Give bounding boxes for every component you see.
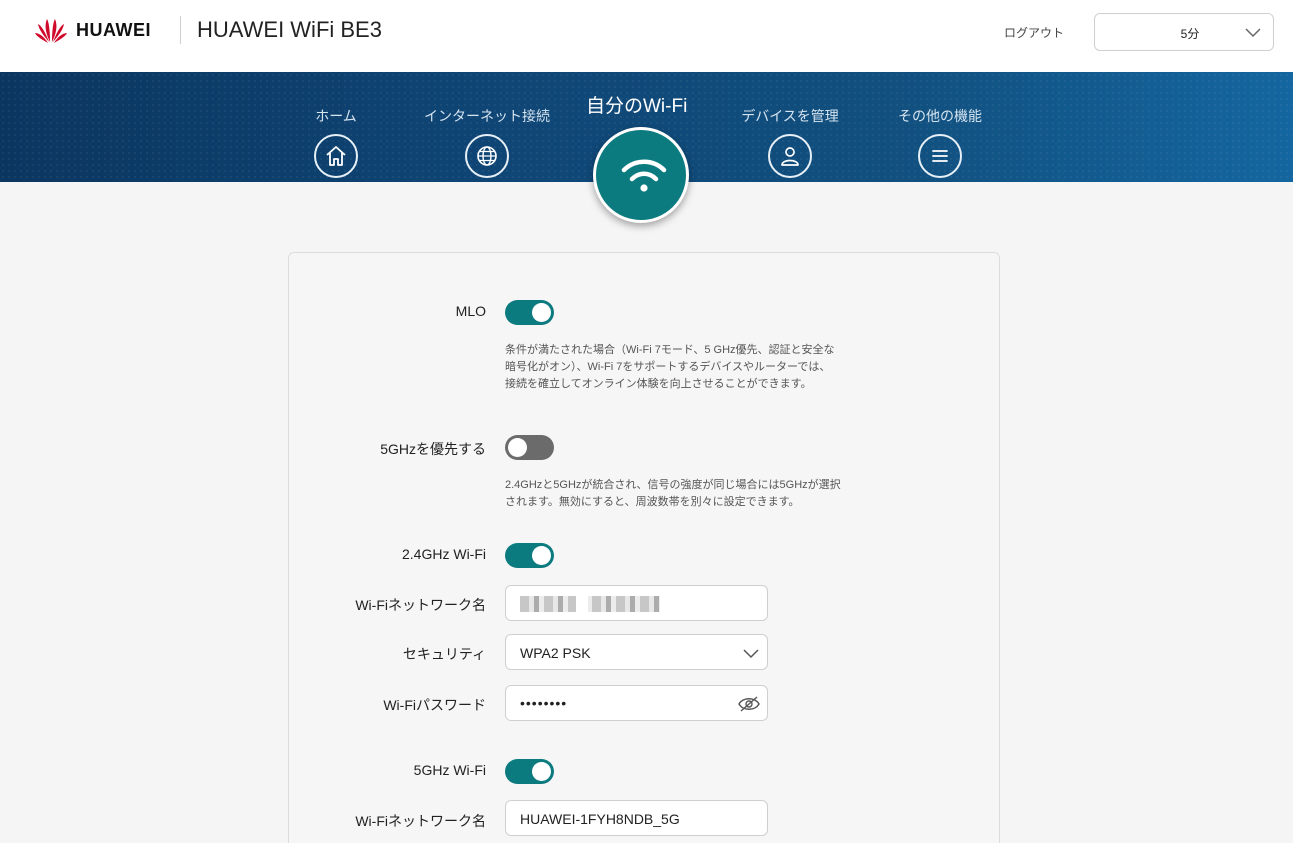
nav-home[interactable]: ホーム <box>314 106 358 178</box>
wifi-24-password-input[interactable]: •••••••• <box>505 685 768 721</box>
product-name: HUAWEI WiFi BE3 <box>197 17 382 42</box>
prefer-5g-label: 5GHzを優先する <box>380 441 486 457</box>
mlo-description-line: 暗号化がオン）、Wi-Fi 7をサポートするデバイスやルーターでは、 <box>505 361 831 373</box>
prefer-5g-toggle[interactable] <box>505 435 554 460</box>
nav-internet[interactable]: インターネット接続 <box>424 106 550 178</box>
home-icon <box>314 134 358 178</box>
wifi-24-security-select[interactable]: WPA2 PSK <box>505 634 768 670</box>
wifi-24-label: 2.4GHz Wi-Fi <box>402 546 486 562</box>
nav-home-label: ホーム <box>315 108 357 124</box>
redacted-ssid <box>520 596 660 612</box>
mlo-description-line: 条件が満たされた場合（Wi-Fi 7モード、5 GHz優先、認証と安全な <box>505 344 835 356</box>
nav-devices[interactable]: デバイスを管理 <box>741 106 839 178</box>
eye-off-icon[interactable] <box>737 695 761 713</box>
wifi-24-ssid-label: Wi-Fiネットワーク名 <box>355 597 486 613</box>
wifi-24-toggle[interactable] <box>505 543 554 568</box>
wifi-24-security-label: セキュリティ <box>402 646 486 662</box>
huawei-flower-icon <box>35 19 67 43</box>
header-divider <box>180 16 181 44</box>
nav-devices-label: デバイスを管理 <box>741 108 839 124</box>
toggle-knob <box>532 546 551 565</box>
user-icon <box>768 134 812 178</box>
nav-wifi-label: 自分のWi-Fi <box>586 96 688 117</box>
timeout-select[interactable]: 5分 <box>1094 13 1274 51</box>
nav-more[interactable]: その他の機能 <box>898 106 982 178</box>
prefer-5g-description: 2.4GHzと5GHzが統合され、信号の強度が同じ場合には5GHzが選択 されま… <box>505 477 885 511</box>
security-value: WPA2 PSK <box>520 645 591 661</box>
mlo-label: MLO <box>455 303 486 319</box>
chevron-down-icon <box>1245 28 1261 38</box>
toggle-knob <box>532 762 551 781</box>
prefer-5g-description-line: 2.4GHzと5GHzが統合され、信号の強度が同じ場合には5GHzが選択 <box>505 479 841 491</box>
huawei-logo[interactable]: HUAWEI <box>34 16 151 44</box>
chevron-down-icon <box>743 649 759 659</box>
toggle-knob <box>532 303 551 322</box>
wifi-24-password-label: Wi-Fiパスワード <box>383 697 486 713</box>
mlo-description: 条件が満たされた場合（Wi-Fi 7モード、5 GHz優先、認証と安全な 暗号化… <box>505 342 885 393</box>
prefer-5g-description-line: されます。無効にすると、周波数帯を別々に設定できます。 <box>505 496 800 508</box>
nav-wifi[interactable] <box>593 127 689 223</box>
wifi-24-ssid-input[interactable] <box>505 585 768 621</box>
wifi-5-ssid-value: HUAWEI-1FYH8NDB_5G <box>520 811 680 827</box>
nav-more-label: その他の機能 <box>898 108 982 124</box>
logout-link[interactable]: ログアウト <box>1004 24 1064 41</box>
brand-name: HUAWEI <box>76 19 151 40</box>
wifi-5-ssid-label: Wi-Fiネットワーク名 <box>355 813 486 829</box>
wifi-settings-panel <box>288 252 1000 843</box>
redacted-ssid-gap <box>576 596 588 612</box>
password-value: •••••••• <box>520 695 568 711</box>
wifi-icon <box>621 159 667 192</box>
nav-internet-label: インターネット接続 <box>424 108 550 124</box>
mlo-description-line: 接続を確立してオンライン体験を向上させることができます。 <box>505 378 812 390</box>
wifi-5-label: 5GHz Wi-Fi <box>413 762 486 778</box>
menu-icon <box>918 134 962 178</box>
wifi-5-toggle[interactable] <box>505 759 554 784</box>
toggle-knob <box>508 438 527 457</box>
wifi-5-ssid-input[interactable]: HUAWEI-1FYH8NDB_5G <box>505 800 768 836</box>
globe-icon <box>465 134 509 178</box>
top-bar: HUAWEI HUAWEI WiFi BE3 ログアウト 5分 <box>0 0 1293 72</box>
mlo-toggle[interactable] <box>505 300 554 325</box>
